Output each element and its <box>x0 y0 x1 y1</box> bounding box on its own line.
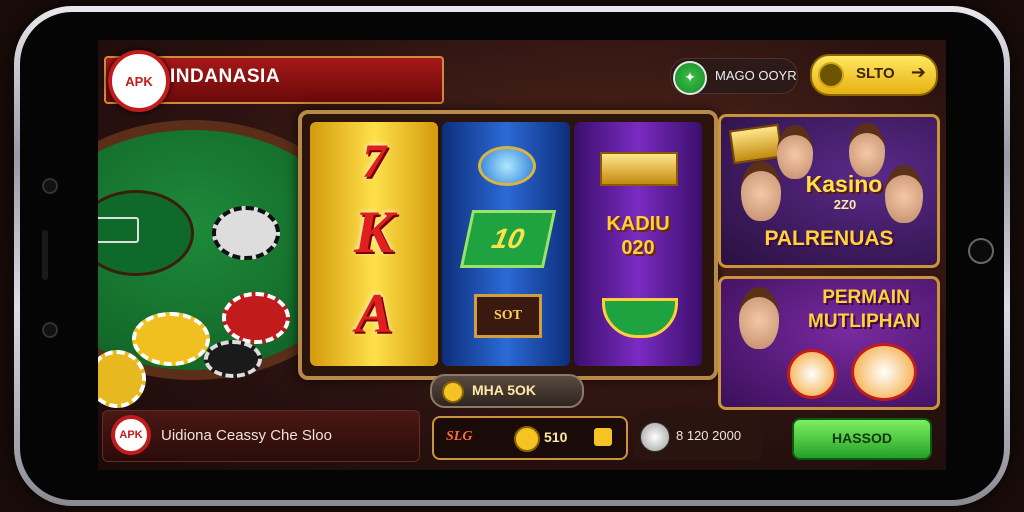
game-screen: APK INDANASIA ✦ MAGO OOYR SLTO ➔ 7 K A 1… <box>98 40 946 470</box>
app-description: Uidiona Ceassy Che Sloo <box>161 427 332 444</box>
user-name: MAGO OOYR <box>715 68 797 83</box>
kasino-title: Kasino <box>805 171 883 197</box>
jackpot-display: 8 120 2000 <box>634 412 762 460</box>
soccer-ball-icon <box>640 422 670 452</box>
permain-title: PERMAIN <box>822 287 910 308</box>
arrow-right-icon: ➔ <box>910 62 926 83</box>
coin-icon <box>442 381 464 403</box>
ace-symbol: A <box>355 283 393 345</box>
win-display: MHA 5OK <box>430 374 584 408</box>
home-button[interactable] <box>968 238 994 264</box>
promo-title: PALRENUAS <box>764 227 894 250</box>
phone-side-button <box>42 230 48 280</box>
sensor-icon <box>42 322 58 338</box>
chip-icon <box>204 340 262 378</box>
slto-button[interactable]: SLTO ➔ <box>810 54 938 96</box>
slot-symbol: SOT <box>474 294 542 338</box>
seven-symbol: 7 <box>362 135 386 188</box>
ten-symbol: 10 <box>459 210 557 268</box>
gold-badge-icon <box>728 123 784 165</box>
play-button-label: HASSOD <box>832 430 892 446</box>
gold-bar-icon <box>600 152 678 186</box>
reel-3: KADIU 020 <box>574 122 702 366</box>
bet-display[interactable]: SLG 510 <box>432 416 628 460</box>
avatar <box>739 287 779 349</box>
chip-icon <box>132 312 210 366</box>
avatar <box>741 161 781 221</box>
kasino-sub: 2Z0 <box>833 197 857 212</box>
bet-label: SLG <box>446 429 473 444</box>
dice-icon <box>787 349 837 399</box>
user-profile-button[interactable]: ✦ MAGO OOYR <box>670 58 798 95</box>
slot-reels[interactable]: 7 K A 10 SOT KADIU 020 <box>298 110 718 380</box>
win-label: MHA 5OK <box>472 382 537 398</box>
avatar <box>849 123 885 177</box>
reel-2: 10 SOT <box>442 122 570 366</box>
permain-subtitle: MUTLIPHAN <box>808 311 920 332</box>
apk-logo: APK <box>111 415 151 455</box>
gem-bowl-icon <box>602 298 678 338</box>
coin-icon <box>818 62 844 88</box>
dice-icon <box>851 343 917 401</box>
kadiu-title: KADIU <box>606 213 670 235</box>
reel-1: 7 K A <box>310 122 438 366</box>
front-camera-icon <box>42 178 58 194</box>
bet-value: 510 <box>544 429 568 445</box>
king-symbol: K <box>353 199 395 265</box>
brand-title: INDANASIA <box>170 66 281 87</box>
promo-card-permain[interactable]: PERMAIN MUTLIPHAN <box>718 276 940 410</box>
slto-label: SLTO <box>856 65 895 82</box>
coin-icon <box>514 426 540 452</box>
user-avatar-icon: ✦ <box>673 61 707 95</box>
promo-card-kasino[interactable]: Kasino 2Z0 PALRENUAS <box>718 114 940 268</box>
play-button[interactable]: HASSOD <box>792 418 932 460</box>
gift-icon <box>594 428 612 446</box>
brand-logo-text: APK <box>125 73 153 89</box>
app-info-bar[interactable]: APK Uidiona Ceassy Che Sloo <box>102 410 420 462</box>
gem-icon <box>478 146 536 186</box>
chip-icon <box>222 292 290 344</box>
jackpot-value: 8 120 2000 <box>676 428 742 443</box>
kadiu-sub: 020 <box>621 237 655 259</box>
brand-logo[interactable]: APK <box>108 50 170 112</box>
apk-logo-text: APK <box>119 429 143 441</box>
kadiu-symbol: KADIU 020 <box>582 212 694 260</box>
chip-icon <box>212 206 280 260</box>
